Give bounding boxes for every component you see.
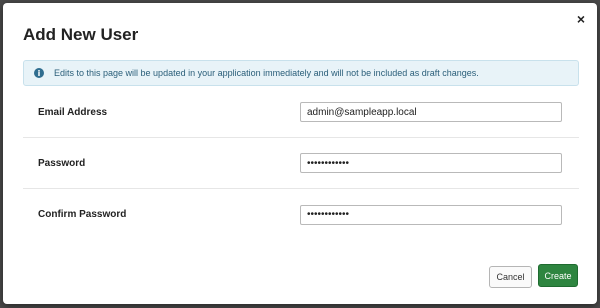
create-button[interactable]: Create: [538, 264, 578, 287]
password-label: Password: [38, 157, 86, 169]
confirm-password-label: Confirm Password: [38, 209, 127, 220]
alert-text: Edits to this page will be updated in yo…: [54, 68, 479, 78]
confirm-password-row: Confirm Password: [23, 189, 579, 240]
password-field[interactable]: [300, 153, 562, 173]
cancel-button[interactable]: Cancel: [489, 266, 532, 288]
info-icon: i: [34, 68, 44, 78]
add-user-dialog: × Add New User i Edits to this page will…: [3, 3, 597, 304]
email-row: Email Address: [23, 87, 579, 138]
confirm-password-field[interactable]: [300, 204, 562, 225]
dialog-title: Add New User: [23, 25, 139, 44]
email-label: Email Address: [38, 106, 108, 118]
info-alert: i Edits to this page will be updated in …: [23, 60, 579, 86]
close-icon[interactable]: ×: [577, 11, 585, 27]
password-row: Password: [23, 138, 579, 189]
email-field[interactable]: [300, 102, 562, 122]
